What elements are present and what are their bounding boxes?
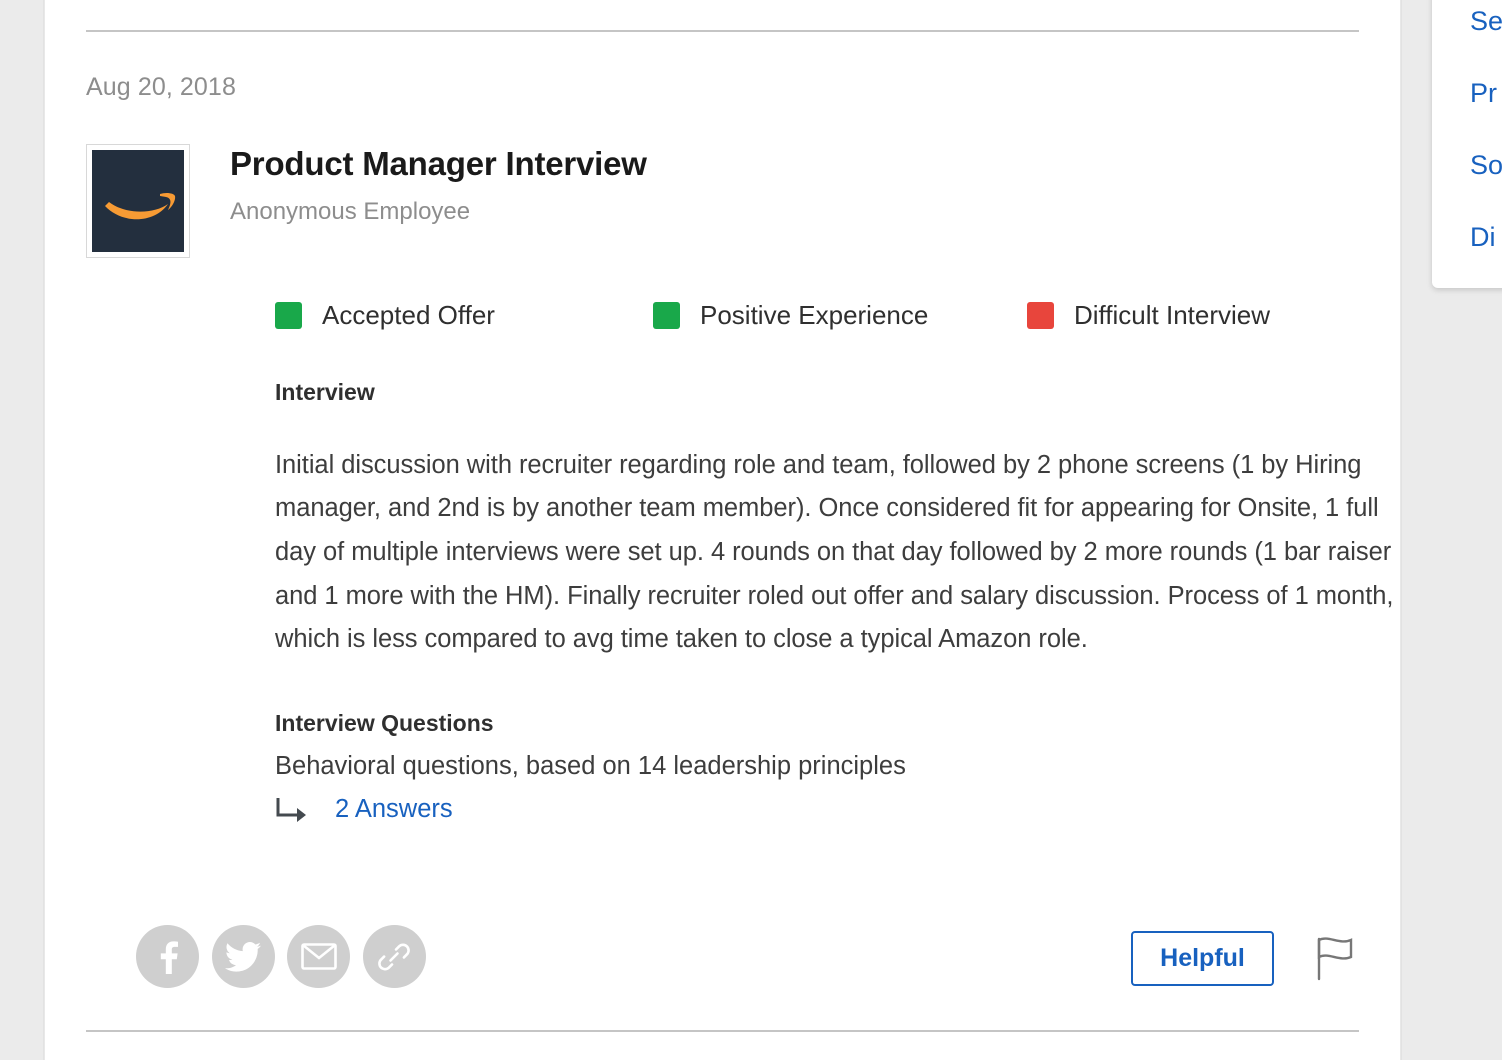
status-difficult-interview: Difficult Interview bbox=[1027, 300, 1270, 331]
status-swatch-green bbox=[653, 302, 680, 329]
review-header-text: Product Manager Interview Anonymous Empl… bbox=[230, 144, 647, 226]
link-icon[interactable] bbox=[362, 925, 426, 988]
employer-logo bbox=[86, 144, 190, 258]
right-rail-card: Se Pr So Di bbox=[1432, 0, 1502, 288]
helpful-button[interactable]: Helpful bbox=[1131, 931, 1274, 986]
amazon-logo-icon bbox=[92, 150, 184, 252]
right-rail-link-4[interactable]: Di bbox=[1470, 220, 1502, 254]
status-positive-experience: Positive Experience bbox=[653, 300, 928, 331]
interview-questions-heading: Interview Questions bbox=[275, 709, 494, 736]
interview-section-text: Initial discussion with recruiter regard… bbox=[275, 450, 1394, 654]
right-rail-link-3[interactable]: So bbox=[1470, 148, 1502, 182]
email-icon[interactable] bbox=[287, 925, 350, 988]
review-header: Product Manager Interview Anonymous Empl… bbox=[86, 144, 647, 258]
status-label: Accepted Offer bbox=[322, 300, 495, 330]
divider-bottom bbox=[86, 1030, 1359, 1032]
status-label: Difficult Interview bbox=[1074, 300, 1271, 330]
reviewer-name: Anonymous Employee bbox=[230, 198, 471, 226]
review-date: Aug 20, 2018 bbox=[86, 73, 236, 101]
flag-icon[interactable] bbox=[1312, 935, 1358, 983]
right-rail-link-list: Se Pr So Di bbox=[1470, 4, 1502, 292]
review-title: Product Manager Interview bbox=[230, 145, 647, 182]
status-swatch-red bbox=[1027, 302, 1054, 329]
status-label: Positive Experience bbox=[700, 300, 929, 330]
interview-section-heading: Interview bbox=[275, 379, 375, 405]
status-accepted-offer: Accepted Offer bbox=[275, 300, 495, 331]
interview-questions-text: Behavioral questions, based on 14 leader… bbox=[275, 751, 906, 780]
facebook-icon[interactable] bbox=[136, 925, 199, 988]
interview-questions-block: Interview Questions Behavioral questions… bbox=[275, 709, 1408, 825]
review-card: Aug 20, 2018 Product Manager Interview A… bbox=[43, 0, 1402, 1060]
twitter-icon[interactable] bbox=[211, 925, 275, 988]
answers-link[interactable]: 2 Answers bbox=[335, 795, 453, 824]
share-icons bbox=[136, 925, 426, 988]
answers-row: 2 Answers bbox=[275, 795, 1408, 825]
corner-arrow-icon bbox=[275, 795, 309, 825]
status-swatch-green bbox=[275, 302, 302, 329]
review-body: Interview Initial discussion with recrui… bbox=[275, 378, 1408, 825]
divider-top bbox=[86, 30, 1359, 32]
right-rail-link-2[interactable]: Pr bbox=[1470, 76, 1502, 110]
review-footer: Helpful bbox=[86, 925, 1359, 999]
right-rail-link-1[interactable]: Se bbox=[1470, 4, 1502, 38]
